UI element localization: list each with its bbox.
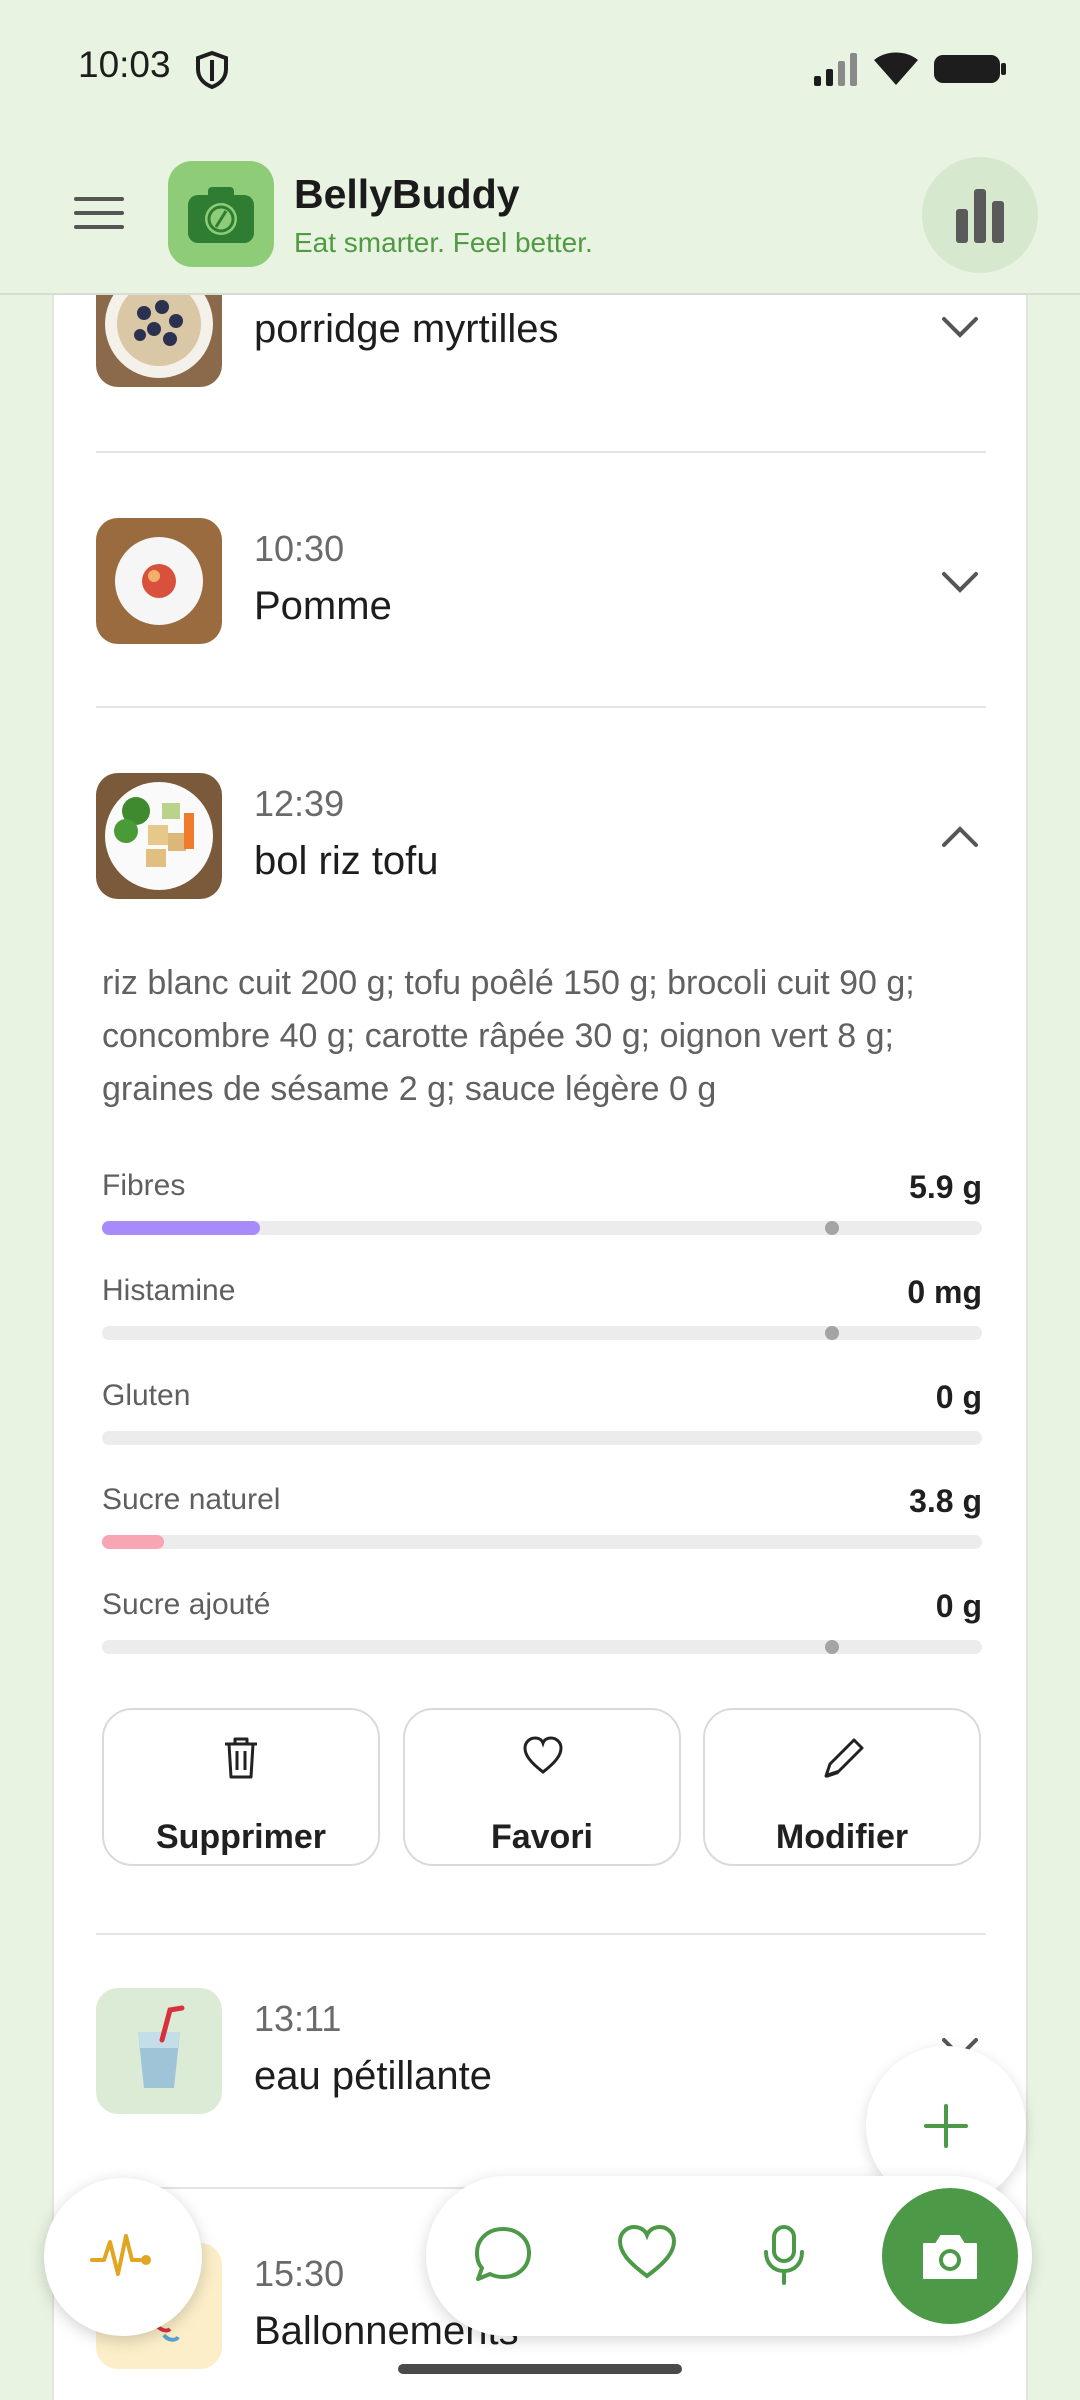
favorite-button[interactable]: Favori xyxy=(403,1708,681,1866)
wifi-icon xyxy=(874,52,918,85)
divider xyxy=(96,451,986,453)
nutrient-histamine: Histamine 0 mg xyxy=(102,1274,982,1344)
nutrient-value: 0 mg xyxy=(907,1274,982,1310)
nutrient-label: Gluten xyxy=(102,1379,191,1412)
status-bar: 10:03 xyxy=(0,0,1080,135)
plus-icon xyxy=(924,2104,968,2148)
chat-icon[interactable] xyxy=(472,2224,534,2286)
divider xyxy=(96,706,986,708)
nutrient-threshold-marker xyxy=(825,1326,840,1340)
app-logo xyxy=(168,161,274,267)
home-indicator xyxy=(398,2364,682,2374)
microphone-icon[interactable] xyxy=(762,2224,806,2286)
status-time: 10:03 xyxy=(78,44,171,85)
nutrient-bar-fill xyxy=(102,1221,261,1235)
meal-time: 15:30 xyxy=(254,2253,345,2294)
chevron-down-icon[interactable] xyxy=(940,570,980,596)
nutrient-value: 0 g xyxy=(935,1379,982,1415)
nutrient-label: Sucre ajouté xyxy=(102,1588,271,1621)
nutrient-value: 5.9 g xyxy=(909,1169,982,1205)
nutrient-bar xyxy=(102,1326,982,1340)
signal-icon xyxy=(814,53,857,86)
menu-icon[interactable] xyxy=(74,195,124,231)
symptom-log-button[interactable] xyxy=(44,2178,202,2336)
meal-time: 13:11 xyxy=(254,1998,342,2039)
heartbeat-icon xyxy=(90,2234,151,2276)
heart-icon xyxy=(523,1736,563,1774)
shield-icon xyxy=(196,50,228,90)
delete-label: Supprimer xyxy=(155,1818,327,1856)
divider xyxy=(96,1933,986,1935)
nutrient-value: 3.8 g xyxy=(909,1483,982,1519)
nutrient-threshold-marker xyxy=(825,1221,840,1235)
app-tagline: Eat smarter. Feel better. xyxy=(294,227,593,258)
battery-icon xyxy=(934,55,1006,83)
nutrient-bar xyxy=(102,1431,982,1445)
meal-name: bol riz tofu xyxy=(254,839,439,883)
delete-button[interactable]: Supprimer xyxy=(102,1708,380,1866)
list-item[interactable]: 13:11 eau pétillante xyxy=(96,1988,986,2114)
drink-icon xyxy=(96,1988,222,2114)
nutrient-bar xyxy=(102,1535,982,1549)
chevron-up-icon[interactable] xyxy=(940,823,980,849)
meal-time: 12:39 xyxy=(254,783,345,824)
nutrient-fibres: Fibres 5.9 g xyxy=(102,1169,982,1239)
meal-photo xyxy=(96,518,222,644)
camera-logo-icon xyxy=(188,187,254,243)
nutrient-natural-sugar: Sucre naturel 3.8 g xyxy=(102,1483,982,1553)
list-item[interactable]: 10:30 Pomme xyxy=(96,518,986,644)
nutrient-label: Histamine xyxy=(102,1274,236,1307)
meal-name: porridge myrtilles xyxy=(254,307,559,351)
ingredients-text: riz blanc cuit 200 g; tofu poêlé 150 g; … xyxy=(102,964,915,1108)
edit-button[interactable]: Modifier xyxy=(703,1708,981,1866)
camera-icon xyxy=(923,2235,977,2279)
list-item[interactable]: 12:39 bol riz tofu xyxy=(96,773,986,899)
edit-label: Modifier xyxy=(775,1818,909,1856)
nutrient-value: 0 g xyxy=(935,1588,982,1624)
nutrient-bar xyxy=(102,1640,982,1654)
nutrient-label: Sucre naturel xyxy=(102,1483,281,1516)
trash-icon xyxy=(225,1737,257,1779)
pencil-icon xyxy=(824,1738,864,1778)
nutrient-label: Fibres xyxy=(102,1169,186,1202)
nutrient-bar xyxy=(102,1221,982,1235)
meal-photo xyxy=(96,773,222,899)
stats-button[interactable] xyxy=(922,157,1038,273)
nutrient-bar-fill xyxy=(102,1535,164,1549)
heart-icon[interactable] xyxy=(616,2224,678,2282)
app-title: BellyBuddy xyxy=(294,171,520,217)
nutrient-added-sugar: Sucre ajouté 0 g xyxy=(102,1588,982,1658)
app-header: BellyBuddy Eat smarter. Feel better. xyxy=(0,135,1080,295)
chevron-down-icon[interactable] xyxy=(940,315,980,341)
meal-name: Pomme xyxy=(254,584,392,628)
camera-button[interactable] xyxy=(882,2188,1018,2324)
bottom-action-bar xyxy=(426,2176,1032,2336)
meal-time: 10:30 xyxy=(254,528,345,569)
nutrient-gluten: Gluten 0 g xyxy=(102,1379,982,1449)
favorite-label: Favori xyxy=(490,1818,594,1856)
nutrient-threshold-marker xyxy=(825,1640,840,1654)
bar-chart-icon xyxy=(956,189,1004,243)
meal-name: eau pétillante xyxy=(254,2054,492,2098)
